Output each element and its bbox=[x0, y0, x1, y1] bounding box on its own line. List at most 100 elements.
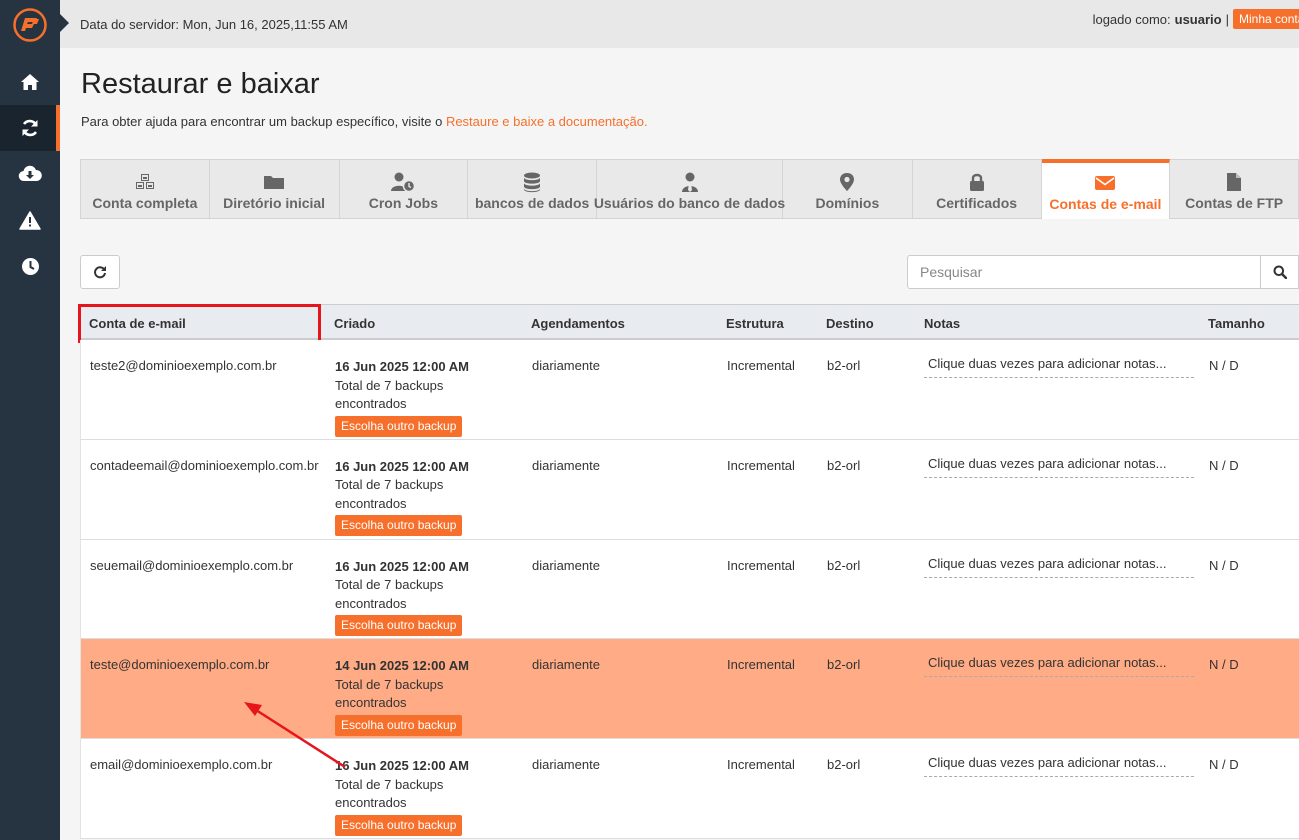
tab-label: Contas de e-mail bbox=[1049, 196, 1162, 212]
topbar-notch bbox=[60, 14, 69, 32]
cell-schedule: diariamente bbox=[532, 657, 600, 673]
cell-schedule: diariamente bbox=[532, 358, 600, 373]
table-row[interactable]: contadeemail@dominioexemplo.com.br 16 Ju… bbox=[80, 439, 1299, 540]
choose-other-backup-button[interactable]: Escolha outro backup bbox=[335, 714, 463, 736]
header-size[interactable]: Tamanho bbox=[1208, 316, 1265, 331]
logo[interactable] bbox=[0, 0, 60, 50]
tab-email-accounts[interactable]: Contas de e-mail bbox=[1041, 159, 1171, 219]
search-input[interactable] bbox=[907, 255, 1261, 289]
backup-date: 14 Jun 2025 12:00 AM bbox=[335, 658, 469, 674]
tab-databases[interactable]: bancos de dados bbox=[468, 160, 597, 218]
cell-email: contadeemail@dominioexemplo.com.br bbox=[90, 457, 319, 473]
documentation-link[interactable]: Restaure e baixe a documentação. bbox=[446, 114, 648, 129]
cell-structure: Incremental bbox=[727, 757, 795, 772]
username: usuario bbox=[1174, 11, 1222, 27]
choose-other-backup-button[interactable]: Escolha outro backup bbox=[335, 515, 463, 537]
backup-total: Total de 7 backups bbox=[335, 676, 444, 692]
cell-created: 14 Jun 2025 12:00 AM Total de 7 backups … bbox=[335, 657, 469, 736]
notes-editable[interactable]: Clique duas vezes para adicionar notas..… bbox=[924, 556, 1194, 578]
cell-size: N / D bbox=[1209, 757, 1239, 772]
table-row-selected[interactable]: teste@dominioexemplo.com.br 14 Jun 2025 … bbox=[80, 639, 1299, 739]
cell-email: seuemail@dominioexemplo.com.br bbox=[90, 557, 294, 573]
table-header: Conta de e-mail Criado Agendamentos Estr… bbox=[78, 304, 1299, 343]
choose-other-backup-button[interactable]: Escolha outro backup bbox=[335, 615, 463, 636]
cell-created: 16 Jun 2025 12:00 AM Total de 7 backups … bbox=[335, 558, 469, 636]
tab-full-account[interactable]: Conta completa bbox=[81, 160, 210, 218]
folder-icon bbox=[264, 176, 285, 189]
server-date: Data do servidor: Mon, Jun 16, 2025,11:5… bbox=[80, 17, 348, 32]
notes-editable[interactable]: Clique duas vezes para adicionar notas..… bbox=[924, 755, 1194, 777]
choose-other-backup-button[interactable]: Escolha outro backup bbox=[335, 415, 463, 437]
header-schedules[interactable]: Agendamentos bbox=[531, 316, 625, 331]
my-account-button[interactable]: Minha conta bbox=[1233, 9, 1299, 29]
cell-structure: Incremental bbox=[727, 657, 795, 673]
sidebar-item-history[interactable] bbox=[0, 243, 60, 289]
cell-destination: b2-orl bbox=[827, 757, 861, 772]
sidebar-item-home[interactable] bbox=[0, 59, 60, 105]
cell-schedule: diariamente bbox=[532, 457, 600, 473]
clock-icon bbox=[21, 257, 39, 275]
cell-destination: b2-orl bbox=[827, 657, 861, 673]
home-icon bbox=[21, 74, 39, 90]
search-button[interactable] bbox=[1261, 255, 1299, 289]
cell-size: N / D bbox=[1209, 457, 1239, 473]
logged-as-label: logado como: bbox=[1092, 11, 1171, 27]
envelope-icon bbox=[1095, 176, 1116, 190]
backup-total: Total de 7 backups bbox=[335, 776, 444, 792]
refresh-icon bbox=[94, 266, 106, 279]
tab-label: Diretório inicial bbox=[223, 195, 326, 211]
page-title: Restaurar e baixar bbox=[81, 68, 320, 100]
tab-home-directory[interactable]: Diretório inicial bbox=[210, 160, 340, 218]
brand-logo-icon bbox=[13, 8, 47, 42]
choose-other-backup-button[interactable]: Escolha outro backup bbox=[335, 814, 463, 836]
tab-ftp-accounts[interactable]: Contas de FTP bbox=[1170, 160, 1299, 218]
cell-created: 16 Jun 2025 12:00 AM Total de 7 backups … bbox=[335, 458, 469, 537]
backup-date: 16 Jun 2025 12:00 AM bbox=[335, 558, 469, 574]
top-bar: Data do servidor: Mon, Jun 16, 2025,11:5… bbox=[60, 0, 1299, 48]
backup-total: Total de 7 backups bbox=[335, 577, 444, 592]
cell-schedule: diariamente bbox=[532, 557, 600, 573]
cell-structure: Incremental bbox=[727, 557, 795, 573]
header-structure[interactable]: Estrutura bbox=[726, 316, 784, 331]
backup-found: encontrados bbox=[335, 595, 407, 611]
table-row[interactable]: teste2@dominioexemplo.com.br 16 Jun 2025… bbox=[80, 340, 1299, 440]
header-created[interactable]: Criado bbox=[334, 316, 375, 331]
sidebar bbox=[0, 0, 60, 840]
search-box bbox=[907, 255, 1299, 289]
cell-email: teste2@dominioexemplo.com.br bbox=[90, 358, 277, 373]
cubes-icon bbox=[135, 174, 154, 189]
header-notes[interactable]: Notas bbox=[924, 316, 960, 331]
backup-date: 16 Jun 2025 12:00 AM bbox=[335, 758, 469, 773]
sidebar-item-restore[interactable] bbox=[0, 105, 60, 151]
sidebar-item-alerts[interactable] bbox=[0, 197, 60, 243]
sidebar-item-download[interactable] bbox=[0, 151, 60, 197]
cell-schedule: diariamente bbox=[532, 757, 600, 772]
cell-destination: b2-orl bbox=[827, 457, 861, 473]
table-row[interactable]: seuemail@dominioexemplo.com.br 16 Jun 20… bbox=[80, 539, 1299, 640]
tab-domains[interactable]: Domínios bbox=[783, 160, 913, 218]
header-destination[interactable]: Destino bbox=[826, 316, 874, 331]
backup-total: Total de 7 backups bbox=[335, 377, 444, 393]
tab-label: Certificados bbox=[936, 195, 1018, 211]
notes-editable[interactable]: Clique duas vezes para adicionar notas..… bbox=[924, 356, 1194, 378]
tab-cron-jobs[interactable]: Cron Jobs bbox=[340, 160, 469, 218]
tab-label: Contas de FTP bbox=[1185, 195, 1284, 211]
cell-structure: Incremental bbox=[727, 358, 795, 373]
cell-email: teste@dominioexemplo.com.br bbox=[90, 657, 270, 673]
backup-total: Total de 7 backups bbox=[335, 477, 444, 493]
backup-date: 16 Jun 2025 12:00 AM bbox=[335, 359, 469, 374]
notes-editable[interactable]: Clique duas vezes para adicionar notas..… bbox=[924, 655, 1194, 678]
table-row[interactable]: email@dominioexemplo.com.br 16 Jun 2025 … bbox=[80, 739, 1299, 839]
cell-structure: Incremental bbox=[727, 457, 795, 473]
cell-size: N / D bbox=[1209, 657, 1239, 673]
cell-created: 16 Jun 2025 12:00 AM Total de 7 backups … bbox=[335, 757, 469, 836]
database-icon bbox=[524, 172, 541, 192]
notes-editable[interactable]: Clique duas vezes para adicionar notas..… bbox=[924, 456, 1194, 478]
refresh-button[interactable] bbox=[80, 255, 120, 289]
tab-database-users[interactable]: Usuários do banco de dados bbox=[594, 160, 785, 218]
annotation-highlight-box bbox=[78, 304, 321, 343]
tab-certificates[interactable]: Certificados bbox=[913, 160, 1042, 218]
backup-found: encontrados bbox=[335, 495, 407, 511]
tab-label: Domínios bbox=[815, 195, 880, 211]
warning-icon bbox=[19, 210, 41, 230]
